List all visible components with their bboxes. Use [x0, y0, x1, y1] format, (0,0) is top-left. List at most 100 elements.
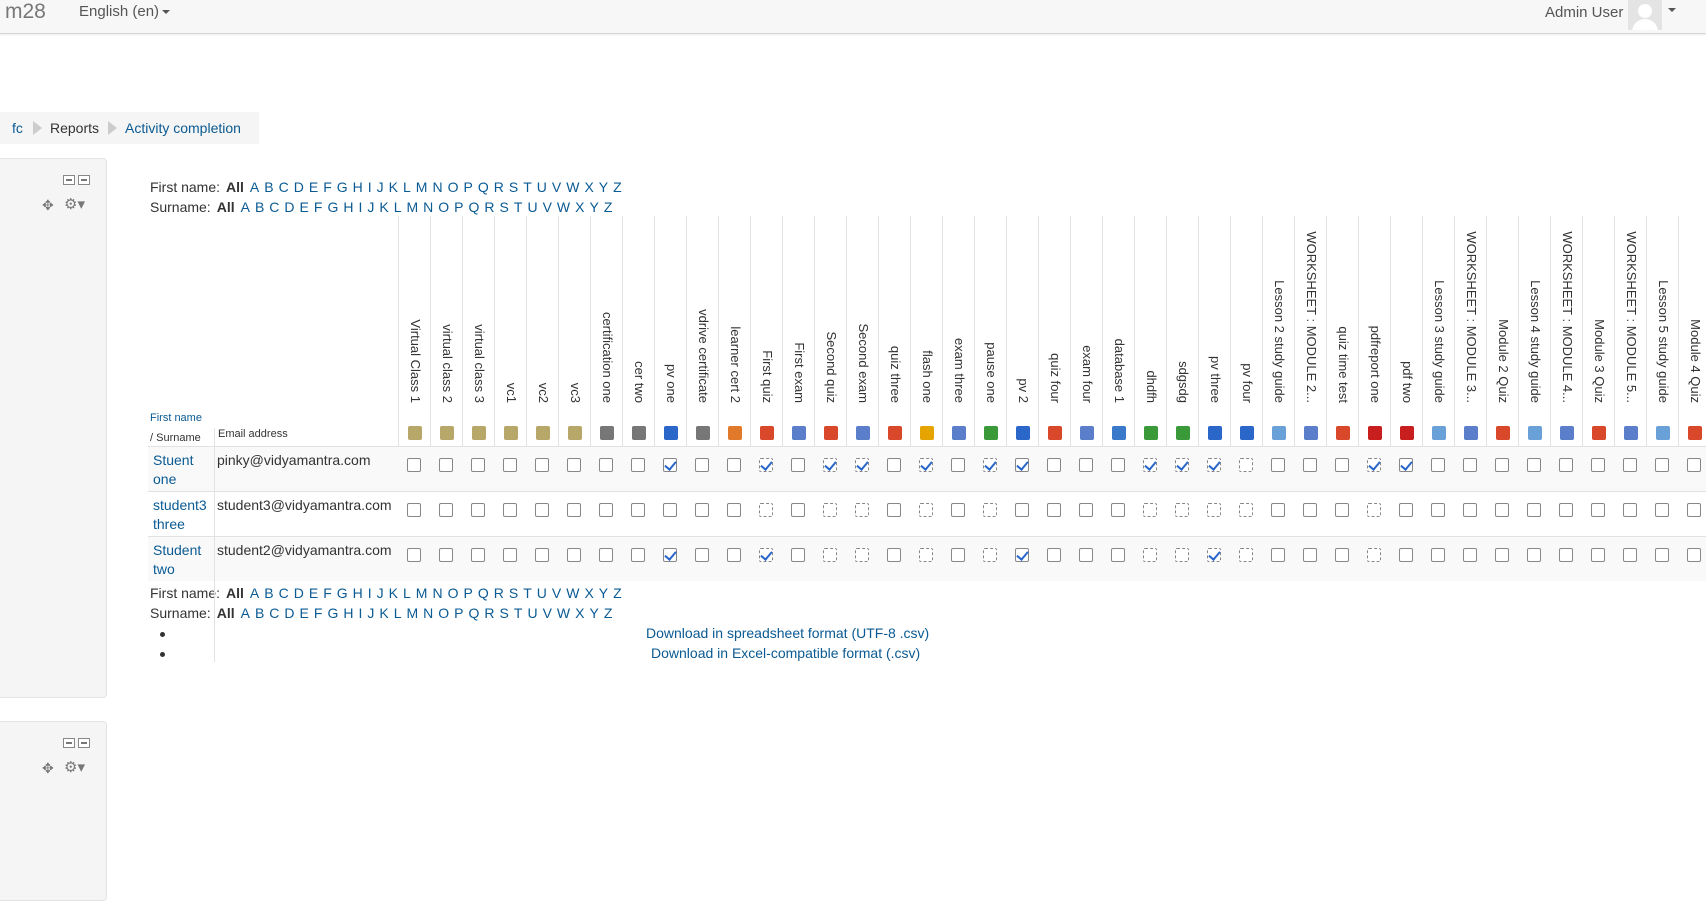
- completion-checkbox[interactable]: [823, 503, 837, 517]
- collapse-icon[interactable]: [63, 738, 75, 748]
- pdf-icon[interactable]: [1400, 426, 1414, 440]
- worksheet-icon[interactable]: [1464, 426, 1478, 440]
- completion-checkbox[interactable]: [535, 503, 549, 517]
- completion-checkbox[interactable]: [439, 458, 453, 472]
- virtual-class-icon[interactable]: [504, 426, 518, 440]
- completion-checkbox[interactable]: [663, 503, 677, 517]
- activity-label[interactable]: quiz time test: [1336, 223, 1351, 403]
- certificate-icon[interactable]: [600, 426, 614, 440]
- pause-icon[interactable]: [1144, 426, 1158, 440]
- activity-label[interactable]: pv 2: [1016, 223, 1031, 403]
- flash-icon[interactable]: [920, 426, 934, 440]
- filter-letter-s[interactable]: S: [509, 585, 518, 601]
- certificate-icon[interactable]: [632, 426, 646, 440]
- completion-checkbox[interactable]: [1335, 458, 1349, 472]
- filter-letter-w[interactable]: W: [566, 585, 579, 601]
- student-name-link[interactable]: student3 three: [153, 497, 207, 532]
- filter-letter-p[interactable]: P: [454, 605, 463, 621]
- completion-checkbox[interactable]: [1047, 458, 1061, 472]
- filter-letter-c[interactable]: C: [279, 179, 289, 195]
- page-icon[interactable]: [1432, 426, 1446, 440]
- filter-letter-q[interactable]: Q: [469, 605, 480, 621]
- database-icon[interactable]: [1112, 426, 1126, 440]
- completion-checkbox[interactable]: [1143, 503, 1157, 517]
- completion-checkbox[interactable]: [1271, 458, 1285, 472]
- worksheet-icon[interactable]: [1624, 426, 1638, 440]
- completion-checkbox[interactable]: [1175, 548, 1189, 562]
- filter-letter-w[interactable]: W: [557, 199, 570, 215]
- move-icon[interactable]: ✥: [42, 197, 54, 214]
- completion-checkbox[interactable]: [1303, 458, 1317, 472]
- filter-letter-u[interactable]: U: [527, 605, 537, 621]
- site-brand[interactable]: m28: [5, 0, 46, 24]
- filter-letter-k[interactable]: K: [379, 199, 388, 215]
- activity-label[interactable]: Lesson 2 study guide: [1272, 223, 1287, 403]
- activity-label[interactable]: dhdfh: [1144, 223, 1159, 403]
- activity-label[interactable]: Lesson 3 study guide: [1432, 223, 1447, 403]
- filter-letter-s[interactable]: S: [500, 605, 509, 621]
- filter-letter-q[interactable]: Q: [478, 179, 489, 195]
- filter-letter-o[interactable]: O: [438, 199, 449, 215]
- completion-checkbox[interactable]: [855, 548, 869, 562]
- completion-checkbox[interactable]: [727, 458, 741, 472]
- completion-checkbox[interactable]: [1015, 548, 1029, 562]
- completion-checkbox[interactable]: [407, 458, 421, 472]
- quiz-icon[interactable]: [824, 426, 838, 440]
- exam-icon[interactable]: [856, 426, 870, 440]
- filter-letter-t[interactable]: T: [514, 199, 523, 215]
- completion-checkbox[interactable]: [1655, 458, 1669, 472]
- filter-letter-s[interactable]: S: [509, 179, 518, 195]
- completion-checkbox[interactable]: [1559, 503, 1573, 517]
- filter-letter-z[interactable]: Z: [613, 179, 622, 195]
- move-icon[interactable]: ✥: [42, 760, 54, 777]
- completion-checkbox[interactable]: [1399, 503, 1413, 517]
- video-icon[interactable]: [664, 426, 678, 440]
- user-name[interactable]: Admin User: [1545, 4, 1623, 21]
- completion-checkbox[interactable]: [1687, 548, 1701, 562]
- sort-surname-link[interactable]: / Surname: [150, 432, 201, 444]
- filter-letter-u[interactable]: U: [527, 199, 537, 215]
- completion-checkbox[interactable]: [983, 458, 997, 472]
- pause-icon[interactable]: [1176, 426, 1190, 440]
- completion-checkbox[interactable]: [1367, 503, 1381, 517]
- activity-label[interactable]: Module 4 Quiz: [1688, 223, 1703, 403]
- completion-checkbox[interactable]: [855, 503, 869, 517]
- filter-letter-k[interactable]: K: [389, 179, 398, 195]
- certificate-icon[interactable]: [696, 426, 710, 440]
- completion-checkbox[interactable]: [1175, 503, 1189, 517]
- completion-checkbox[interactable]: [1335, 503, 1349, 517]
- completion-checkbox[interactable]: [407, 548, 421, 562]
- completion-checkbox[interactable]: [1399, 548, 1413, 562]
- completion-checkbox[interactable]: [599, 548, 613, 562]
- filter-letter-i[interactable]: I: [368, 179, 372, 195]
- filter-letter-x[interactable]: X: [575, 605, 584, 621]
- completion-checkbox[interactable]: [439, 503, 453, 517]
- completion-checkbox[interactable]: [791, 503, 805, 517]
- completion-checkbox[interactable]: [1623, 503, 1637, 517]
- user-menu-chevron-icon[interactable]: [1668, 8, 1676, 12]
- page-icon[interactable]: [1528, 426, 1542, 440]
- completion-checkbox[interactable]: [1431, 548, 1445, 562]
- gear-icon[interactable]: ⚙▾: [64, 195, 85, 213]
- completion-checkbox[interactable]: [1175, 458, 1189, 472]
- completion-checkbox[interactable]: [567, 503, 581, 517]
- completion-checkbox[interactable]: [439, 548, 453, 562]
- filter-letter-o[interactable]: O: [448, 585, 459, 601]
- completion-checkbox[interactable]: [1559, 458, 1573, 472]
- language-menu[interactable]: English (en): [79, 3, 171, 20]
- activity-label[interactable]: quiz four: [1048, 223, 1063, 403]
- activity-label[interactable]: cer two: [632, 223, 647, 403]
- activity-label[interactable]: database 1: [1112, 223, 1127, 403]
- learner-cert-icon[interactable]: [728, 426, 742, 440]
- student-name-link[interactable]: Student two: [153, 542, 201, 577]
- breadcrumb-item-reports[interactable]: Reports: [50, 120, 99, 136]
- completion-checkbox[interactable]: [1207, 458, 1221, 472]
- filter-letter-b[interactable]: B: [264, 179, 273, 195]
- filter-letter-l[interactable]: L: [403, 585, 411, 601]
- completion-checkbox[interactable]: [823, 458, 837, 472]
- completion-checkbox[interactable]: [1303, 548, 1317, 562]
- worksheet-icon[interactable]: [1304, 426, 1318, 440]
- completion-checkbox[interactable]: [1111, 548, 1125, 562]
- activity-label[interactable]: vc2: [536, 223, 551, 403]
- activity-label[interactable]: WORKSHEET : MODULE 2...: [1304, 223, 1319, 403]
